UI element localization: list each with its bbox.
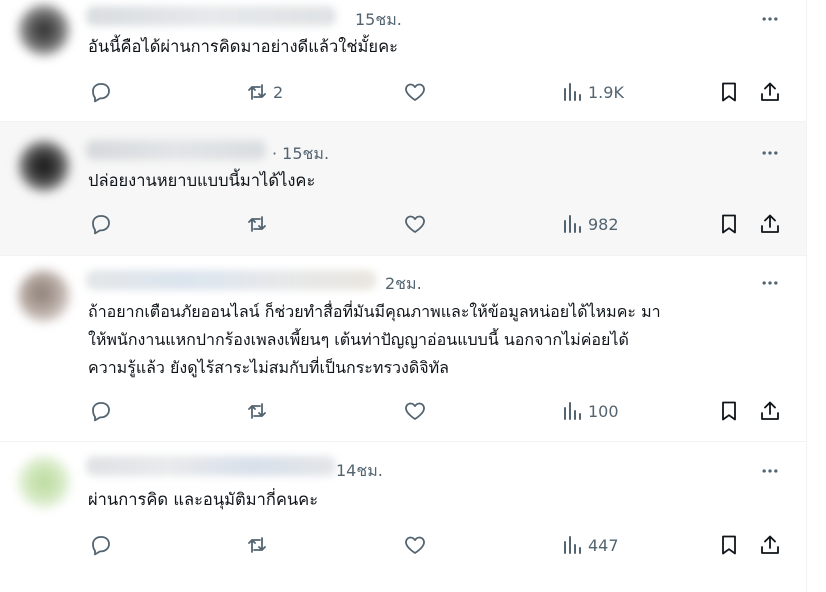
reply-icon — [92, 83, 110, 103]
reply-button[interactable] — [89, 397, 117, 425]
retweet-button[interactable] — [245, 531, 273, 559]
share-button[interactable] — [758, 531, 782, 559]
reply-item[interactable]: 2ชม. ถ้าอยากเตือนภัยออนไลน์ ก็ช่วยทำสื่อ… — [0, 256, 806, 442]
reply-icon — [92, 402, 110, 422]
reply-text: อันนี้คือได้ผ่านการคิดมาอย่างดีแล้วใช่มั… — [88, 37, 398, 56]
share-icon — [761, 82, 779, 101]
bookmark-button[interactable] — [717, 531, 741, 559]
reply-button[interactable] — [89, 210, 117, 238]
view-count: 100 — [588, 401, 619, 421]
reply-text: ผ่านการคิด และอนุมัติมากี่คนคะ — [88, 490, 319, 509]
views-chart-icon — [564, 536, 581, 554]
retweet-button[interactable] — [245, 397, 273, 425]
view-count: 1.9K — [588, 82, 624, 102]
more-icon — [762, 469, 778, 473]
views-button[interactable]: 1.9K — [560, 78, 624, 106]
view-count: 982 — [588, 214, 619, 234]
retweet-button[interactable]: 2 — [245, 78, 283, 106]
user-name-blurred[interactable] — [86, 270, 376, 290]
views-button[interactable]: 100 — [560, 397, 619, 425]
retweet-icon — [248, 84, 266, 100]
timestamp[interactable]: · 15ชม. — [272, 142, 329, 167]
more-icon — [762, 281, 778, 285]
more-icon — [762, 17, 778, 21]
retweet-count: 2 — [273, 82, 284, 102]
timestamp[interactable]: 14ชม. — [336, 459, 383, 484]
view-count: 447 — [588, 535, 619, 555]
views-chart-icon — [564, 215, 581, 233]
bookmark-icon — [722, 82, 736, 102]
reply-icon — [92, 536, 110, 556]
action-bar: 100 — [0, 397, 806, 425]
reply-icon — [92, 215, 110, 235]
reply-text: ถ้าอยากเตือนภัยออนไลน์ ก็ช่วยทำสื่อที่มั… — [88, 302, 661, 377]
bookmark-icon — [722, 401, 736, 421]
reply-item[interactable]: · 15ชม. ปล่อยงานหยาบแบบนี้มาได้ไงคะ 982 — [0, 122, 806, 256]
bookmark-icon — [722, 535, 736, 555]
like-button[interactable] — [403, 78, 431, 106]
share-icon — [761, 214, 779, 233]
bookmark-icon — [722, 214, 736, 234]
more-options-button[interactable] — [760, 273, 780, 293]
more-options-button[interactable] — [760, 9, 780, 29]
heart-icon — [405, 402, 425, 420]
user-name-blurred[interactable] — [86, 140, 266, 160]
timestamp[interactable]: 2ชม. — [385, 272, 422, 297]
avatar[interactable] — [18, 456, 70, 508]
reply-button[interactable] — [89, 531, 117, 559]
reply-item[interactable]: 14ชม. ผ่านการคิด และอนุมัติมากี่คนคะ 447 — [0, 442, 806, 592]
share-icon — [761, 401, 779, 420]
reply-item[interactable]: 15ชม. อันนี้คือได้ผ่านการคิดมาอย่างดีแล้… — [0, 0, 806, 122]
retweet-icon — [248, 403, 266, 419]
reply-feed: 15ชม. อันนี้คือได้ผ่านการคิดมาอย่างดีแล้… — [0, 0, 807, 592]
heart-icon — [405, 215, 425, 233]
more-options-button[interactable] — [760, 143, 780, 163]
more-options-button[interactable] — [760, 461, 780, 481]
share-button[interactable] — [758, 210, 782, 238]
reply-text: ปล่อยงานหยาบแบบนี้มาได้ไงคะ — [88, 171, 316, 190]
user-name-blurred[interactable] — [86, 6, 336, 26]
views-button[interactable]: 447 — [560, 531, 619, 559]
like-button[interactable] — [403, 210, 431, 238]
heart-icon — [405, 536, 425, 554]
more-icon — [762, 151, 778, 155]
bookmark-button[interactable] — [717, 78, 741, 106]
action-bar: 2 1.9K — [0, 78, 806, 106]
heart-icon — [405, 83, 425, 101]
views-button[interactable]: 982 — [560, 210, 619, 238]
like-button[interactable] — [403, 531, 431, 559]
timestamp[interactable]: 15ชม. — [355, 8, 402, 33]
views-chart-icon — [564, 402, 581, 420]
action-bar: 447 — [0, 531, 806, 559]
share-icon — [761, 535, 779, 554]
share-button[interactable] — [758, 78, 782, 106]
avatar[interactable] — [18, 140, 70, 192]
action-bar: 982 — [0, 210, 806, 238]
avatar[interactable] — [18, 4, 70, 56]
like-button[interactable] — [403, 397, 431, 425]
views-chart-icon — [564, 83, 581, 101]
user-name-blurred[interactable] — [86, 456, 336, 476]
retweet-icon — [248, 537, 266, 553]
bookmark-button[interactable] — [717, 397, 741, 425]
bookmark-button[interactable] — [717, 210, 741, 238]
retweet-button[interactable] — [245, 210, 273, 238]
share-button[interactable] — [758, 397, 782, 425]
reply-button[interactable] — [89, 78, 117, 106]
avatar[interactable] — [18, 270, 70, 322]
retweet-icon — [248, 216, 266, 232]
